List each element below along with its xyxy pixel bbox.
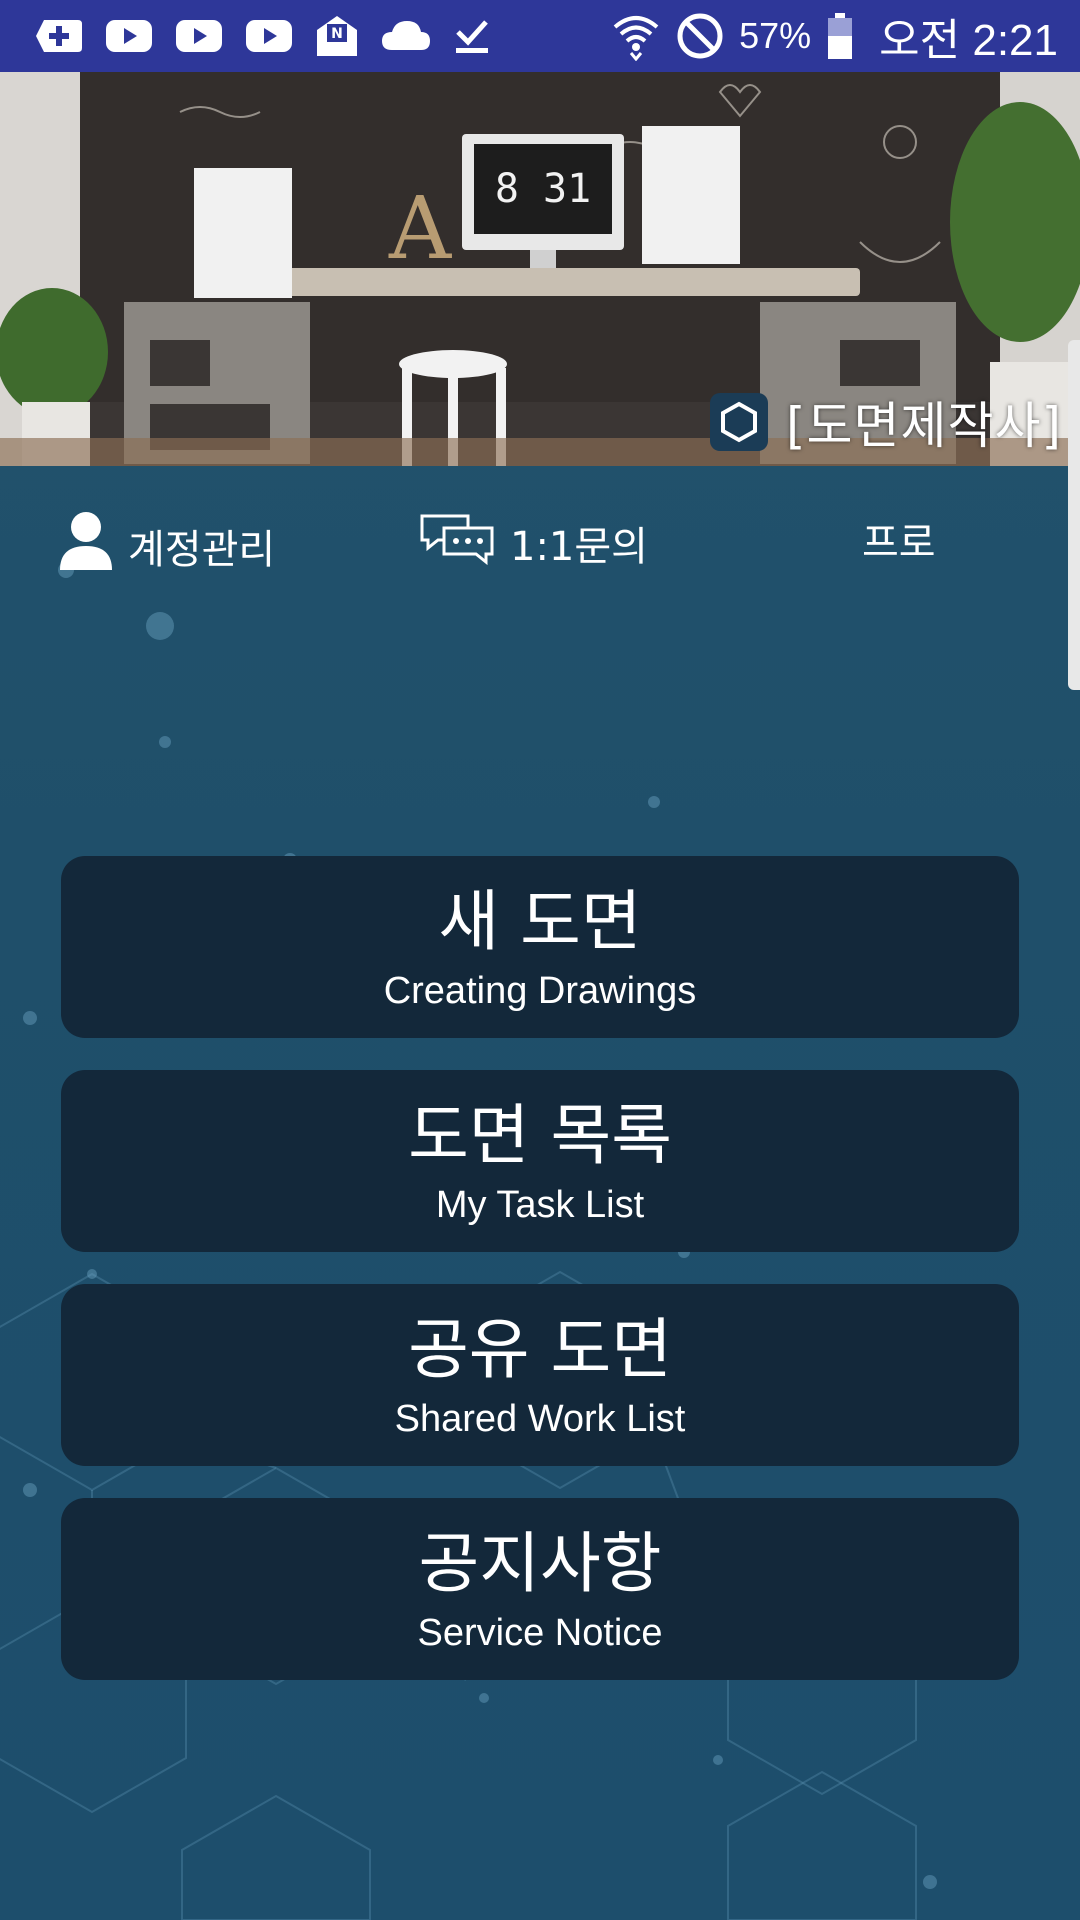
header-banner: 8 31 A [도면제작사]: [0, 72, 1080, 466]
inquiry-button[interactable]: 1:1문의: [418, 510, 648, 576]
menu-subtitle: Creating Drawings: [383, 970, 697, 1012]
menu-title: 새 도면: [438, 883, 642, 960]
battery-percent: 57%: [739, 15, 812, 56]
menu-title: 공유 도면: [408, 1311, 672, 1388]
download-done-icon: [452, 16, 492, 56]
drawing-list-button[interactable]: 도면 목록 My Task List: [61, 1070, 1019, 1252]
pro-button[interactable]: 프로: [862, 510, 936, 568]
menu-subtitle: Service Notice: [417, 1612, 663, 1654]
status-bar: N 57% 오전 2:21: [0, 0, 1080, 72]
youtube-icon: [244, 18, 294, 54]
banner-caption: [도면제작사]: [709, 386, 1062, 458]
chat-bubbles-icon: [418, 510, 496, 576]
svg-text:A: A: [388, 179, 452, 279]
cloud-icon: [380, 18, 432, 54]
status-right: 57% 오전 2:21: [611, 4, 1058, 68]
notice-button[interactable]: 공지사항 Service Notice: [61, 1498, 1019, 1680]
naver-mail-icon: N: [314, 14, 360, 58]
scroll-indicator: [1068, 340, 1080, 690]
menu-title: 공지사항: [418, 1525, 662, 1602]
clock-display: 8 31: [495, 166, 591, 212]
battery-icon: [825, 11, 855, 61]
do-not-disturb-icon: [675, 11, 725, 61]
youtube-icon: [174, 18, 224, 54]
account-management-label: 계정관리: [128, 527, 276, 573]
status-left-icons: N: [34, 14, 492, 58]
new-drawing-button[interactable]: 새 도면 Creating Drawings: [61, 856, 1019, 1038]
pro-label: 프로: [862, 520, 936, 566]
top-nav: 계정관리 1:1문의 프로: [0, 466, 1080, 616]
shared-drawing-button[interactable]: 공유 도면 Shared Work List: [61, 1284, 1019, 1466]
menu-subtitle: Shared Work List: [394, 1398, 686, 1440]
svg-text:N: N: [331, 26, 343, 42]
wifi-icon: [611, 11, 661, 61]
account-management-button[interactable]: 계정관리: [58, 510, 275, 582]
menu-title: 도면 목록: [408, 1097, 672, 1174]
inquiry-label: 1:1문의: [510, 524, 648, 570]
menu-subtitle: My Task List: [435, 1184, 645, 1226]
user-icon: [58, 510, 114, 582]
app-title: [도면제작사]: [785, 397, 1062, 455]
clock-time: 오전 2:21: [879, 16, 1058, 65]
youtube-icon: [104, 18, 154, 54]
app-screen: N 57% 오전 2:21 8 31 A [도면제작사] 계정관리 1:1문의 …: [0, 0, 1080, 1920]
hexagon-logo-icon: [709, 393, 768, 451]
plus-icon: [34, 16, 84, 56]
